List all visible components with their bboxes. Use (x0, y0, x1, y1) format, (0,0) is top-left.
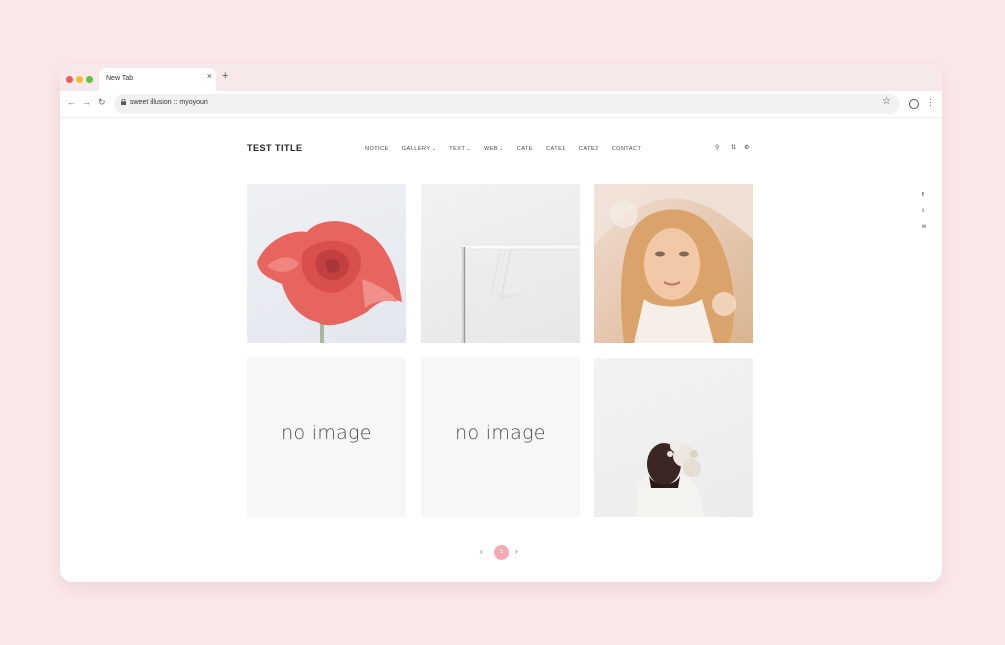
gallery-item-rose[interactable] (247, 184, 406, 343)
rose-image (257, 221, 402, 343)
address-bar[interactable]: sweet illusion :: myoyoun ☆ (114, 94, 900, 114)
browser-tab[interactable]: New Tab × (99, 68, 216, 91)
chevron-down-icon: ⌄ (499, 146, 504, 152)
site-title[interactable]: TEST TITLE (247, 143, 303, 153)
gallery-item-woman-flowers[interactable] (594, 358, 753, 517)
bookmark-star-icon[interactable]: ☆ (882, 97, 891, 107)
maximize-window-button[interactable] (86, 76, 93, 83)
gallery-item-placeholder[interactable]: no image (247, 358, 406, 517)
portrait-image (594, 184, 753, 343)
tab-bar: New Tab × + (60, 64, 942, 91)
nav-label: CONTACT (611, 146, 642, 152)
browser-menu-icon[interactable]: ⋮ (926, 98, 935, 107)
nav-label: NOTICE (365, 146, 389, 152)
close-tab-icon[interactable]: × (207, 72, 212, 81)
nav-item-text[interactable]: TEXT⌄ (449, 146, 471, 152)
lock-icon (121, 99, 126, 105)
clothes-rack-image (460, 244, 580, 343)
forward-arrow-icon[interactable]: → (82, 98, 91, 107)
gallery-item-placeholder[interactable]: no image (421, 358, 580, 517)
close-window-button[interactable] (66, 76, 73, 83)
next-page-icon[interactable]: › (515, 548, 518, 556)
tab-title: New Tab (106, 75, 134, 82)
woman-flowers-image (636, 440, 704, 517)
url-text: sweet illusion :: myoyoun (130, 99, 208, 106)
nav-label: GALLERY (401, 146, 431, 152)
gallery-item-portrait[interactable] (594, 184, 753, 343)
twitter-icon[interactable]: 𝕥 (922, 209, 924, 214)
nav-item-cate2[interactable]: CATE2 (579, 146, 599, 152)
chevron-down-icon: ⌄ (431, 146, 437, 152)
no-image-label: no image (455, 422, 546, 444)
nav-label: CATE (516, 146, 534, 152)
nav-label: CATE2 (578, 146, 599, 152)
back-arrow-icon[interactable]: ← (67, 98, 76, 107)
gallery-item-rack[interactable] (421, 184, 580, 343)
extension-icon[interactable] (909, 99, 919, 109)
blog-page: TEST TITLE NOTICE GALLERY⌄ TEXT⌄ WEB⌄ CA… (60, 118, 942, 582)
nav-label: CATE1 (546, 146, 566, 152)
chevron-down-icon: ⌄ (466, 146, 472, 152)
nav-item-cate1[interactable]: CATE1 (546, 146, 566, 152)
gear-icon[interactable]: ⚙ (744, 145, 749, 151)
sort-icon[interactable]: ⇅ (731, 145, 736, 151)
nav-item-web[interactable]: WEB⌄ (484, 146, 504, 152)
browser-window: New Tab × + ← → ↻ sweet illusion :: myoy… (60, 64, 942, 582)
nav-item-contact[interactable]: CONTACT (612, 146, 642, 152)
nav-item-gallery[interactable]: GALLERY⌄ (402, 146, 436, 152)
reload-icon[interactable]: ↻ (98, 98, 106, 107)
nav-label: WEB (484, 146, 499, 152)
browser-toolbar: ← → ↻ sweet illusion :: myoyoun ☆ ⋮ (60, 91, 942, 118)
nav-item-notice[interactable]: NOTICE (365, 146, 389, 152)
main-nav: NOTICE GALLERY⌄ TEXT⌄ WEB⌄ CATE CATE1 CA… (365, 146, 641, 152)
no-image-label: no image (281, 422, 372, 444)
search-icon[interactable]: ⚲ (715, 145, 719, 151)
nav-item-cate[interactable]: CATE (517, 146, 533, 152)
current-page-button[interactable]: 1 (494, 545, 509, 560)
mail-icon[interactable]: ✉ (922, 225, 926, 230)
minimize-window-button[interactable] (76, 76, 83, 83)
nav-label: TEXT (449, 146, 466, 152)
prev-page-icon[interactable]: ‹ (480, 548, 483, 556)
facebook-icon[interactable]: f (922, 193, 924, 198)
new-tab-button[interactable]: + (222, 71, 228, 82)
